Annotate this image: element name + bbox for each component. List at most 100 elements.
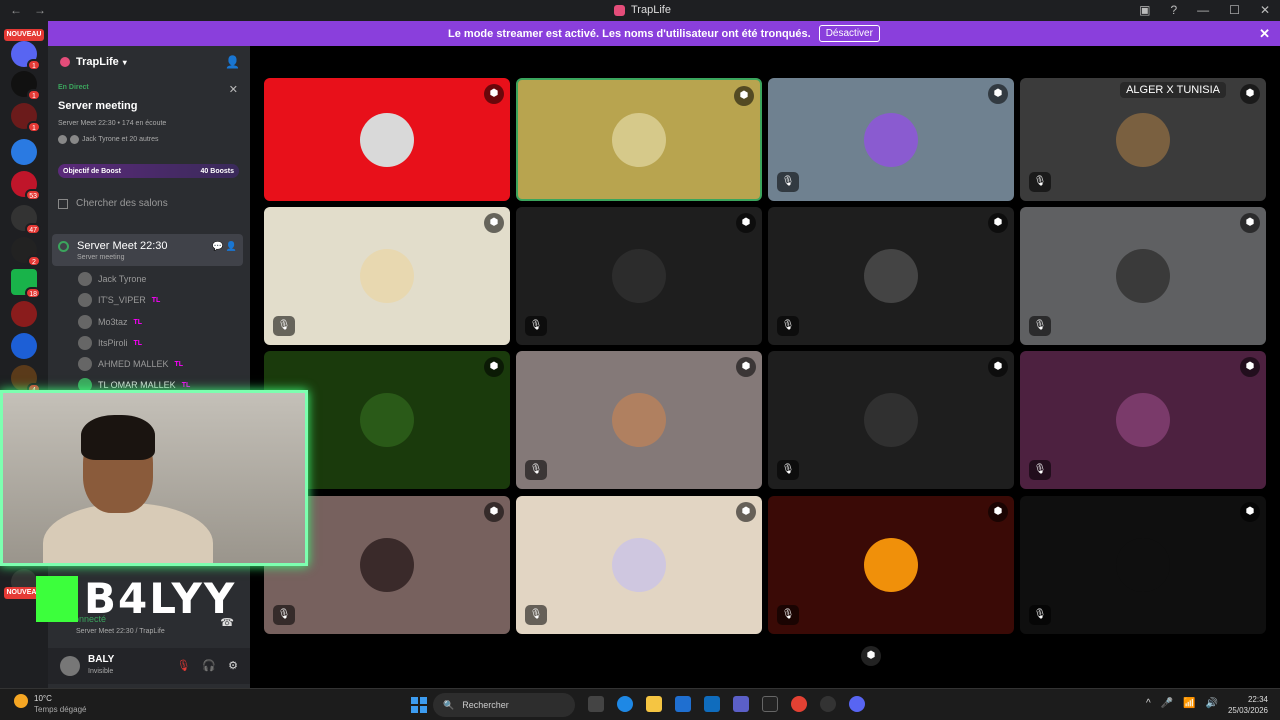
server-badge-icon[interactable]: ⬢ <box>1240 502 1260 522</box>
chat-icon[interactable]: 💬 👤 <box>212 241 237 252</box>
server-badge-icon[interactable]: ⬢ <box>988 84 1008 104</box>
streamer-mode-banner: Le mode streamer est activé. Les noms d'… <box>48 21 1280 46</box>
server-icon[interactable] <box>11 301 37 327</box>
participant-tile[interactable]: ⬢ 🎙 <box>516 351 762 489</box>
server-icon[interactable]: 1 <box>11 71 41 101</box>
close-icon[interactable]: ✕ <box>229 83 238 96</box>
new-badge: NOUVEAU <box>4 29 44 41</box>
participant-tile[interactable]: ⬢ <box>264 78 510 201</box>
streamer-hair <box>81 415 155 460</box>
inbox-icon[interactable]: ▣ <box>1139 3 1150 17</box>
add-member-icon[interactable]: 👤 <box>225 55 240 69</box>
server-icon[interactable] <box>11 333 37 359</box>
participant-tile[interactable]: ⬢ 🎙 <box>768 207 1014 345</box>
wifi-icon[interactable]: 📶 <box>1183 698 1195 709</box>
chevron-up-icon[interactable]: ^ <box>1146 698 1151 709</box>
server-icon <box>60 57 70 67</box>
obs-icon[interactable] <box>820 696 836 712</box>
edge-icon[interactable] <box>617 696 633 712</box>
server-badge-icon[interactable]: ⬢ <box>484 357 504 377</box>
server-badge-icon[interactable]: ⬢ <box>734 86 754 106</box>
participant-tile[interactable]: ⬢ 🎙 <box>516 207 762 345</box>
participant-tile[interactable]: ⬢ 🎙 <box>516 496 762 634</box>
server-icon[interactable]: 1 <box>11 103 41 133</box>
voice-member[interactable]: Mo3taz TL <box>78 313 142 331</box>
avatar <box>360 538 414 592</box>
server-badge-icon[interactable]: ⬢ <box>1240 357 1260 377</box>
chrome-icon[interactable] <box>791 696 807 712</box>
volume-icon[interactable]: 🔊 <box>1206 698 1218 709</box>
participant-tile[interactable]: ⬢ 🎙 <box>768 496 1014 634</box>
close-window-button[interactable]: ✕ <box>1260 3 1270 17</box>
server-icon[interactable]: 18 <box>11 269 41 299</box>
voice-member[interactable]: ItsPiroli TL <box>78 334 142 352</box>
avatar <box>612 112 666 167</box>
server-badge-icon[interactable]: ⬢ <box>484 84 504 104</box>
server-icon[interactable]: 1 <box>11 41 41 71</box>
forward-arrow-icon[interactable]: → <box>34 3 46 17</box>
back-arrow-icon[interactable]: ← <box>10 3 22 17</box>
participant-tile[interactable]: ⬢ <box>516 78 762 201</box>
event-users: Jack Tyrone et 20 autres <box>58 135 159 144</box>
headphones-icon[interactable]: 🎧 <box>202 659 216 672</box>
participant-tile[interactable]: ⬢ 🎙 <box>1020 207 1266 345</box>
server-icon[interactable]: 47 <box>11 205 41 235</box>
nav-buttons: ← → <box>10 3 46 17</box>
participant-tile[interactable]: ⬢ 🎙 <box>768 78 1014 201</box>
server-badge-icon[interactable]: ⬢ <box>988 502 1008 522</box>
help-icon[interactable]: ? <box>1170 3 1177 17</box>
teams-icon[interactable] <box>733 696 749 712</box>
server-badge-icon[interactable]: ⬢ <box>736 502 756 522</box>
avatar <box>360 112 414 167</box>
server-badge-icon[interactable]: ⬢ <box>861 646 881 666</box>
live-event-card[interactable]: En Direct ✕ Server meeting Server Meet 2… <box>48 78 250 198</box>
file-explorer-icon[interactable] <box>646 696 662 712</box>
participant-tile[interactable]: ⬢ 🎙 <box>1020 351 1266 489</box>
server-badge-icon[interactable]: ⬢ <box>484 502 504 522</box>
capcut-icon[interactable] <box>762 696 778 712</box>
close-icon[interactable]: ✕ <box>1259 26 1270 42</box>
server-badge-icon[interactable]: ⬢ <box>1240 84 1260 104</box>
maximize-button[interactable]: ☐ <box>1229 3 1240 17</box>
mic-muted-icon: 🎙 <box>1029 460 1051 480</box>
mic-muted-icon[interactable]: 🎙 <box>176 659 190 672</box>
task-view-icon[interactable] <box>588 696 604 712</box>
server-badge-icon[interactable]: ⬢ <box>484 213 504 233</box>
gear-icon[interactable]: ⚙ <box>228 659 238 672</box>
channel-search[interactable]: Chercher des salons <box>58 198 168 209</box>
voice-member[interactable]: IT'S_VIPER TL <box>78 291 160 309</box>
server-icon[interactable] <box>11 139 37 165</box>
outlook-icon[interactable] <box>704 696 720 712</box>
server-badge-icon[interactable]: ⬢ <box>1240 213 1260 233</box>
discord-icon[interactable] <box>849 696 865 712</box>
server-icon[interactable]: 2 <box>11 237 41 267</box>
server-header[interactable]: TrapLife ▾ 👤 <box>48 46 250 78</box>
mic-icon[interactable]: 🎤 <box>1161 698 1173 709</box>
avatar <box>78 293 92 307</box>
minimize-button[interactable]: — <box>1197 3 1209 17</box>
avatar <box>864 393 918 447</box>
voice-member[interactable]: AHMED MALLEK TL <box>78 355 183 373</box>
clock[interactable]: 22:34 25/03/2026 <box>1228 694 1268 716</box>
taskbar-apps <box>588 696 865 712</box>
disable-streamer-mode-button[interactable]: Désactiver <box>818 25 880 42</box>
store-icon[interactable] <box>675 696 691 712</box>
voice-channel[interactable]: Server Meet 22:30 Server meeting 💬 👤 <box>52 234 243 266</box>
avatar <box>864 249 918 303</box>
server-badge-icon[interactable]: ⬢ <box>736 213 756 233</box>
server-icon[interactable]: 4 <box>11 365 41 395</box>
participant-tile[interactable]: ⬢ 🎙 <box>1020 496 1266 634</box>
participant-tile[interactable]: ⬢ 🎙 ALGER X TUNISIA <box>1020 78 1266 201</box>
server-badge-icon[interactable]: ⬢ <box>988 357 1008 377</box>
server-badge-icon[interactable]: ⬢ <box>988 213 1008 233</box>
server-icon[interactable]: 53 <box>11 171 41 201</box>
voice-member[interactable]: Jack Tyrone <box>78 270 146 288</box>
windows-start-icon[interactable] <box>411 697 427 713</box>
server-badge-icon[interactable]: ⬢ <box>736 357 756 377</box>
window-title: TrapLife <box>614 4 671 16</box>
participant-tile[interactable]: ⬢ 🎙 <box>264 207 510 345</box>
boost-goal[interactable]: Objectif de Boost 40 Boosts <box>58 164 239 178</box>
avatar[interactable] <box>60 656 80 676</box>
participant-tile[interactable]: ⬢ 🎙 <box>768 351 1014 489</box>
taskbar-search[interactable]: 🔍 Rechercher <box>433 693 575 717</box>
